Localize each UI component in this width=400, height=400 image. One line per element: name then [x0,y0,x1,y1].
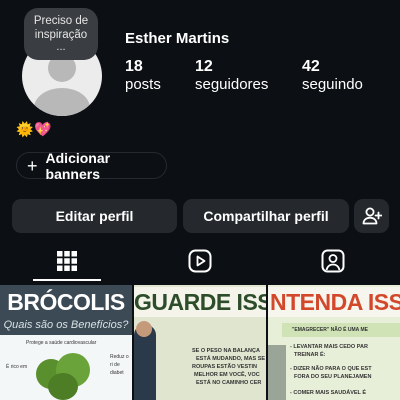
tab-posts-grid[interactable] [0,240,133,282]
post-line: - DIZER NÃO PARA O QUE EST [290,366,372,372]
discover-people-button[interactable] [354,199,389,233]
edit-profile-button[interactable]: Editar perfil [12,199,177,233]
add-person-icon [362,207,382,225]
profile-note-bubble[interactable]: Preciso de inspiração ... [24,8,98,60]
grid-post-entenda-isso[interactable]: NTENDA ISSO "EMAGRECER" NÃO É UMA ME - L… [268,285,400,400]
post-person-head [136,321,152,337]
stat-followers[interactable]: 12 seguidores [195,58,268,93]
grid-icon [56,251,77,271]
post-line: ROUPAS ESTÃO VESTIN [192,364,257,370]
stat-followers-label: seguidores [195,76,269,93]
post-line: SE O PESO NA BALANÇA [192,348,260,354]
stat-following-label: seguindo [302,76,363,93]
tab-reels[interactable] [133,240,266,282]
stat-followers-count: 12 [195,58,213,75]
share-profile-button[interactable]: Compartilhar perfil [183,199,349,233]
stat-following-count: 42 [302,58,320,75]
post-label: Protege a saúde cardiovascular [26,340,97,346]
tagged-icon [321,249,344,273]
post-line: - COMER MAIS SAUDÁVEL É [290,390,366,396]
post-line: FORA DO SEU PLANEJAMEN [294,374,372,380]
tab-tagged[interactable] [266,240,399,282]
profile-bio: 🌞💖 [16,121,53,137]
post-line: ESTÁ MUDANDO, MAS SE [196,356,266,362]
post-line: - LEVANTAR MAIS CEDO PAR [290,344,368,350]
stat-posts-label: posts [125,76,161,93]
post-title: BRÓCOLIS [7,289,125,315]
post-title: GUARDE ISSO. [134,287,266,317]
active-tab-indicator [33,279,101,281]
post-image-panel: Protege a saúde cardiovascular É rico em… [0,335,132,400]
post-subtitle: Quais são os Benefícios? [3,319,129,331]
plus-icon: + [27,155,38,176]
post-person-figure [268,345,286,400]
grid-post-brocolis[interactable]: BRÓCOLIS Quais são os Benefícios? Proteg… [0,285,132,400]
note-text: Preciso de inspiração [33,15,89,41]
avatar-body-shape [34,88,90,116]
post-label: É rico em [6,364,28,370]
add-banners-button[interactable]: + Adicionar banners [16,149,167,182]
post-label: Reduz o ri de diabet [110,354,129,376]
post-title: NTENDA ISSO [268,287,400,317]
broccoli-image [48,373,78,400]
stat-posts[interactable]: 18 posts [125,58,161,93]
post-line: "EMAGRECER" NÃO É UMA ME [292,327,368,333]
stat-following[interactable]: 42 seguindo [302,58,363,93]
grid-post-guarde-isso[interactable]: GUARDE ISSO. SE O PESO NA BALANÇA ESTÁ M… [134,285,266,400]
post-line: MELHOR EM VOCÊ, VOC [194,372,260,378]
stat-posts-count: 18 [125,58,143,75]
post-line: TREINAR É: [294,352,326,358]
add-banners-label: Adicionar banners [45,149,111,182]
note-more: ... [56,41,66,53]
profile-username: Esther Martins [125,30,230,47]
post-line: ESTÁ NO CAMINHO CER [196,380,262,386]
reels-icon [188,249,211,273]
